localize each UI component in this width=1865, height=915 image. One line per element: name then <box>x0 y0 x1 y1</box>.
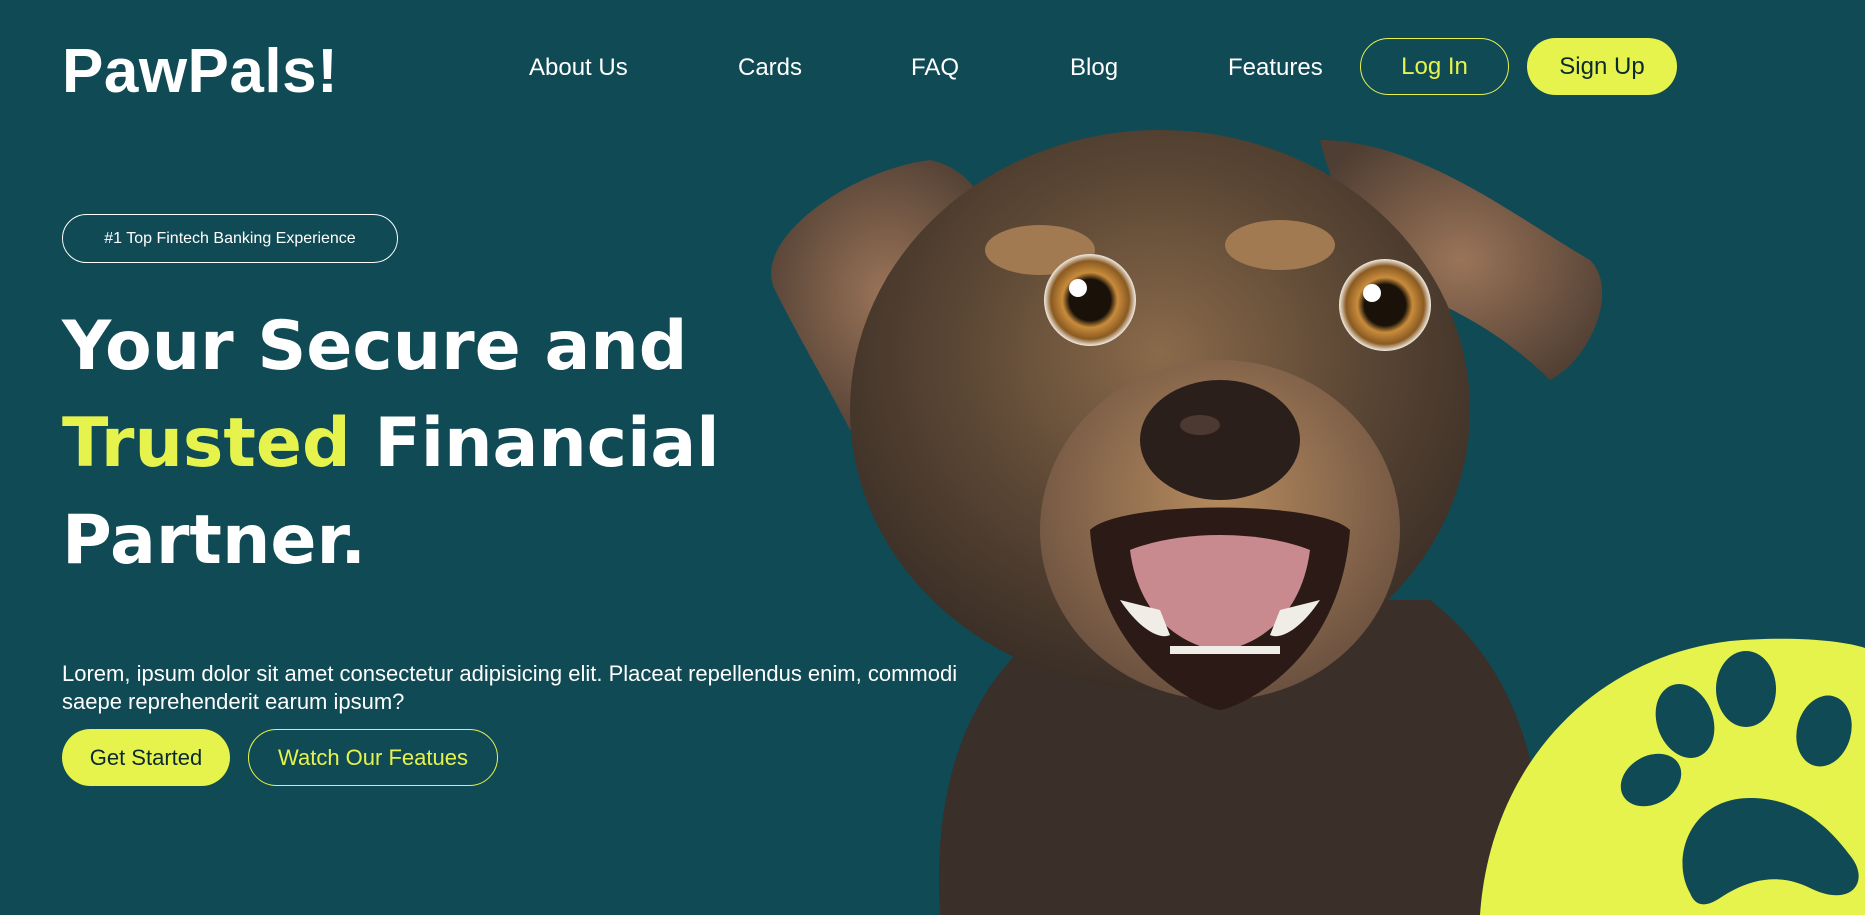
headline-accent: Trusted <box>62 404 351 483</box>
login-button[interactable]: Log In <box>1360 38 1509 95</box>
headline-line-3: Partner. <box>62 501 367 580</box>
signup-button[interactable]: Sign Up <box>1527 38 1677 95</box>
nav-blog[interactable]: Blog <box>1070 54 1118 82</box>
headline-line-2: Financial <box>350 404 720 483</box>
headline-line-1: Your Secure and <box>62 307 688 386</box>
nav-faq[interactable]: FAQ <box>911 54 959 82</box>
get-started-button[interactable]: Get Started <box>62 729 230 786</box>
hero-description: Lorem, ipsum dolor sit amet consectetur … <box>62 661 958 714</box>
top-badge: #1 Top Fintech Banking Experience <box>62 214 398 263</box>
nav-cards[interactable]: Cards <box>738 54 802 82</box>
nav-about-us[interactable]: About Us <box>529 54 628 82</box>
paw-decoration <box>1480 638 1865 915</box>
hero-headline: Your Secure and Trusted Financial Partne… <box>62 298 822 589</box>
nav-features[interactable]: Features <box>1228 54 1323 82</box>
watch-features-button[interactable]: Watch Our Featues <box>248 729 498 786</box>
landing-page: PawPals! About Us Cards FAQ Blog Feature… <box>0 0 1865 915</box>
